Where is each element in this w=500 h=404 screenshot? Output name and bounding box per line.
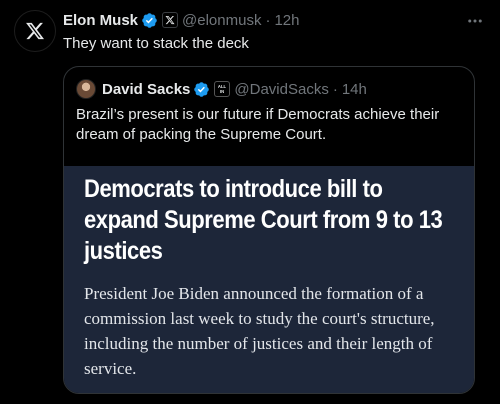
quote-author-handle[interactable]: @DavidSacks: [234, 81, 328, 98]
all-in-affiliation-icon[interactable]: ALL IN: [214, 81, 231, 97]
quote-tweet-card[interactable]: David Sacks ALL IN @DavidSacks · 14h Bra…: [63, 66, 475, 394]
separator-dot: ·: [332, 80, 338, 98]
quote-avatar[interactable]: [76, 79, 96, 99]
article-headline: Democrats to introduce bill to expand Su…: [84, 175, 443, 265]
separator-dot: ·: [265, 11, 271, 29]
tweet-text: They want to stack the deck: [63, 35, 249, 52]
quote-timestamp[interactable]: 14h: [342, 81, 367, 98]
more-options-icon[interactable]: [466, 12, 484, 30]
svg-text:IN: IN: [220, 89, 224, 94]
x-logo-icon: [26, 22, 45, 40]
quote-author-name[interactable]: David Sacks: [102, 81, 190, 98]
author-name[interactable]: Elon Musk: [63, 12, 138, 29]
verified-badge-icon: [194, 81, 210, 97]
quote-text: Brazil’s present is our future if Democr…: [76, 106, 440, 143]
verified-badge-icon: [142, 12, 157, 28]
article-body: President Joe Biden announced the format…: [84, 284, 435, 378]
tweet[interactable]: Elon Musk @elonmusk · 12h They want to s…: [0, 0, 500, 404]
timestamp[interactable]: 12h: [274, 12, 299, 29]
author-handle[interactable]: @elonmusk: [182, 12, 261, 29]
quote-header: David Sacks ALL IN @DavidSacks · 14h: [76, 79, 367, 99]
x-affiliation-icon[interactable]: [162, 12, 179, 28]
quote-image[interactable]: Democrats to introduce bill to expand Su…: [64, 166, 474, 393]
tweet-header: Elon Musk @elonmusk · 12h: [63, 9, 470, 31]
avatar[interactable]: [14, 10, 56, 52]
